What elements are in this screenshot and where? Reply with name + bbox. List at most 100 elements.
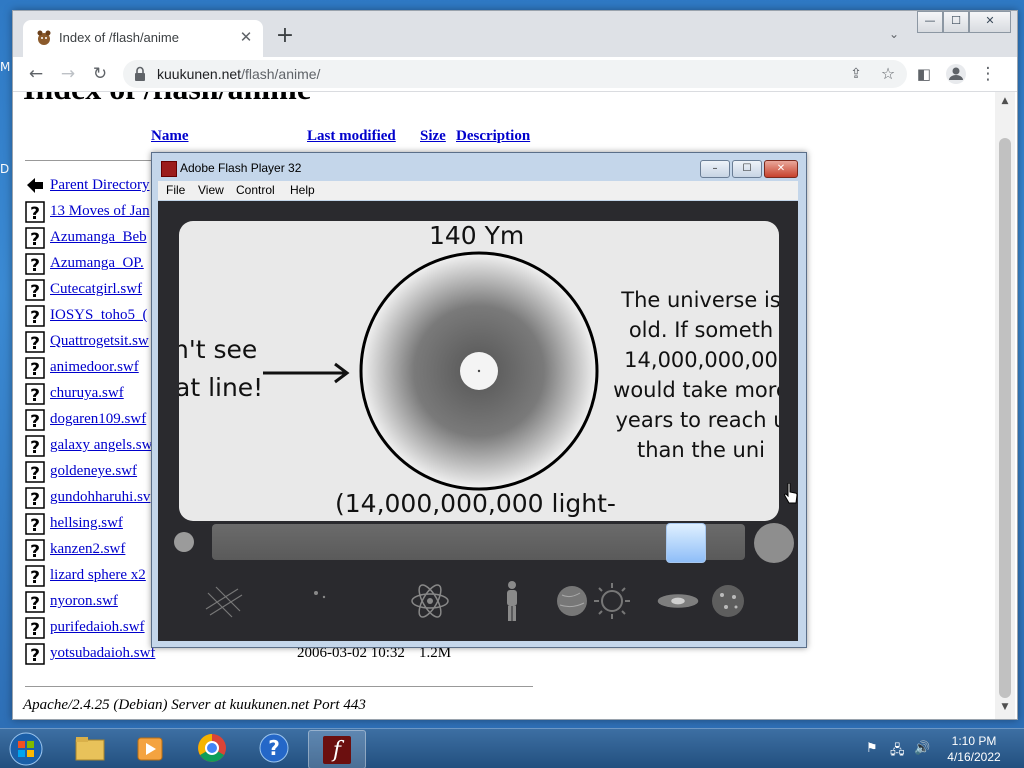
address-bar[interactable]: kuukunen.net/flash/anime/ ⇪ ☆ (123, 60, 907, 88)
chrome-taskbar-icon[interactable] (184, 730, 240, 767)
maximize-button[interactable]: ☐ (943, 11, 969, 33)
network-icon[interactable]: 🖧 (890, 741, 905, 763)
unknown-file-icon[interactable]: ? (25, 383, 45, 405)
file-link[interactable]: goldeneye.swf (50, 463, 137, 480)
file-link[interactable]: yotsubadaioh.swf (50, 645, 155, 662)
file-link[interactable]: kanzen2.swf (50, 541, 125, 558)
profile-avatar-icon[interactable] (945, 63, 967, 85)
unknown-file-icon[interactable]: ? (25, 331, 45, 353)
file-link[interactable]: Azumanga_OP. (50, 255, 144, 272)
scroll-thumb[interactable] (999, 138, 1011, 698)
flash-maximize-button[interactable]: ☐ (732, 160, 762, 178)
unknown-file-icon[interactable]: ? (25, 617, 45, 639)
file-link[interactable]: purifedaioh.swf (50, 619, 145, 636)
menu-control[interactable]: Control (236, 183, 275, 197)
unknown-file-icon[interactable]: ? (25, 435, 45, 457)
menu-help[interactable]: Help (290, 183, 315, 197)
string-grid-icon[interactable] (202, 579, 246, 623)
column-size-link[interactable]: Size (420, 128, 446, 145)
planet-icon[interactable] (550, 579, 594, 623)
particle-icon[interactable] (300, 579, 344, 623)
menu-view[interactable]: View (198, 183, 224, 197)
share-icon[interactable]: ⇪ (845, 63, 867, 85)
file-link[interactable]: Azumanga_Beb (50, 229, 147, 246)
file-link[interactable]: Quattrogetsit.sw (50, 333, 149, 350)
file-link[interactable]: 13 Moves of Jan (50, 203, 150, 220)
help-taskbar-icon[interactable]: ? (246, 730, 302, 767)
back-arrow-icon[interactable]: ← (25, 63, 47, 85)
unknown-file-icon[interactable]: ? (25, 539, 45, 561)
unknown-file-icon[interactable]: ? (25, 253, 45, 275)
file-link[interactable]: churuya.swf (50, 385, 124, 402)
file-link[interactable]: animedoor.swf (50, 359, 139, 376)
column-name-link[interactable]: Name (151, 128, 189, 145)
minimize-button[interactable]: — (917, 11, 943, 33)
scroll-up-icon[interactable]: ▲ (999, 96, 1011, 108)
file-link[interactable]: IOSYS_toho5_( (50, 307, 148, 324)
bookmark-star-icon[interactable]: ☆ (877, 63, 899, 85)
page-scrollbar[interactable]: ▲ ▼ (995, 92, 1015, 719)
flash-close-button[interactable]: ✕ (764, 160, 798, 178)
back-icon[interactable] (25, 175, 45, 197)
cluster-icon[interactable] (706, 579, 750, 623)
start-button-icon[interactable] (6, 731, 46, 767)
sun-icon[interactable] (590, 579, 634, 623)
scale-slider[interactable] (212, 523, 745, 563)
universe-caption-line: 14,000,000,00 (624, 348, 778, 372)
unknown-file-icon[interactable]: ? (25, 513, 45, 535)
browser-tab[interactable]: Index of /flash/anime ✕ (23, 20, 263, 57)
file-link[interactable]: nyoron.swf (50, 593, 118, 610)
unknown-file-icon[interactable]: ? (25, 279, 45, 301)
flash-minimize-button[interactable]: – (700, 160, 730, 178)
unknown-file-icon[interactable]: ? (25, 643, 45, 665)
unknown-file-icon[interactable]: ? (25, 487, 45, 509)
clock[interactable]: 1:10 PM 4/16/2022 (944, 733, 1004, 765)
side-panel-icon[interactable]: ◧ (913, 63, 935, 85)
column-modified-link[interactable]: Last modified (307, 128, 396, 145)
flash-stage[interactable]: 140 Ym n't see at line! The universe is … (158, 201, 798, 641)
universe-caption-line: than the uni (637, 438, 765, 462)
unknown-file-icon[interactable]: ? (25, 227, 45, 249)
desktop-edge-label: M (0, 60, 11, 74)
unknown-file-icon[interactable]: ? (25, 591, 45, 613)
unknown-file-icon[interactable]: ? (25, 409, 45, 431)
atom-icon[interactable] (408, 579, 452, 623)
arrow-icon (263, 362, 350, 384)
close-window-button[interactable]: ✕ (969, 11, 1011, 33)
zoom-in-small-dot[interactable] (174, 532, 194, 552)
scale-slider-knob[interactable] (666, 523, 706, 563)
column-description-link[interactable]: Description (456, 128, 530, 145)
unknown-file-icon[interactable]: ? (25, 201, 45, 223)
menu-kebab-icon[interactable]: ⋮ (977, 63, 999, 85)
file-link[interactable]: gundohharuhi.sv (50, 489, 150, 506)
file-explorer-taskbar-icon[interactable] (62, 730, 118, 767)
media-player-taskbar-icon[interactable] (122, 730, 178, 767)
volume-icon[interactable]: 🔊 (914, 741, 930, 756)
file-link[interactable]: galaxy angels.sw (50, 437, 152, 454)
tab-close-icon[interactable]: ✕ (237, 28, 255, 46)
zoom-out-large-dot[interactable] (754, 523, 794, 563)
forward-arrow-icon[interactable]: → (57, 63, 79, 85)
tab-search-chevron-icon[interactable]: ⌄ (885, 27, 903, 45)
unknown-file-icon[interactable]: ? (25, 357, 45, 379)
lock-icon[interactable] (133, 66, 147, 82)
unknown-file-icon[interactable]: ? (25, 565, 45, 587)
new-tab-button[interactable]: + (275, 25, 295, 47)
file-link[interactable]: Parent Directory (50, 177, 150, 194)
menu-file[interactable]: File (166, 183, 185, 197)
svg-text:?: ? (30, 620, 40, 639)
flash-player-taskbar-icon[interactable]: f (308, 730, 366, 768)
scroll-down-icon[interactable]: ▼ (999, 702, 1011, 714)
svg-text:?: ? (30, 490, 40, 509)
file-link[interactable]: lizard sphere x2 (50, 567, 146, 584)
svg-text:?: ? (30, 646, 40, 665)
unknown-file-icon[interactable]: ? (25, 305, 45, 327)
galaxy-icon[interactable] (656, 579, 700, 623)
reload-icon[interactable]: ↻ (89, 63, 111, 85)
unknown-file-icon[interactable]: ? (25, 461, 45, 483)
file-link[interactable]: hellsing.swf (50, 515, 123, 532)
action-center-flag-icon[interactable]: ⚑ (866, 741, 878, 756)
file-link[interactable]: dogaren109.swf (50, 411, 146, 428)
human-icon[interactable] (490, 579, 534, 623)
file-link[interactable]: Cutecatgirl.swf (50, 281, 142, 298)
